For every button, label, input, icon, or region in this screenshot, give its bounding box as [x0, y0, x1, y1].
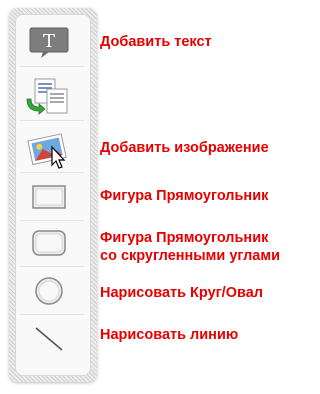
add-text-label: Добавить текст — [100, 34, 212, 50]
rounded-rectangle-label: Фигура Прямоугольник со скругленными угл… — [100, 229, 280, 265]
rounded-rectangle-shape-button[interactable] — [14, 220, 84, 266]
text-icon-glyph: T — [43, 31, 55, 52]
rounded-rectangle-label-line2: со скругленными углами — [100, 248, 280, 264]
separator — [20, 172, 84, 173]
line-label: Нарисовать линию — [100, 327, 239, 343]
add-text-button[interactable]: T — [14, 20, 84, 66]
separator — [20, 314, 84, 315]
circle-icon — [33, 275, 65, 307]
rectangle-label: Фигура Прямоугольник — [100, 188, 269, 204]
line-icon — [32, 324, 66, 354]
separator — [20, 266, 84, 267]
rounded-rectangle-icon — [31, 228, 67, 258]
circle-shape-button[interactable] — [14, 268, 84, 314]
rounded-rectangle-label-line1: Фигура Прямоугольник — [100, 230, 269, 246]
separator — [20, 120, 84, 121]
add-image-button[interactable] — [14, 126, 84, 172]
image-icon — [26, 129, 72, 169]
line-shape-button[interactable] — [14, 316, 84, 362]
rectangle-shape-button[interactable] — [14, 174, 84, 220]
rectangle-icon — [31, 183, 67, 211]
text-icon: T — [28, 26, 70, 60]
copy-icon — [25, 75, 73, 115]
separator — [20, 66, 84, 67]
copy-button[interactable] — [14, 72, 84, 118]
circle-label: Нарисовать Круг/Овал — [100, 285, 263, 301]
add-image-label: Добавить изображение — [100, 140, 269, 156]
